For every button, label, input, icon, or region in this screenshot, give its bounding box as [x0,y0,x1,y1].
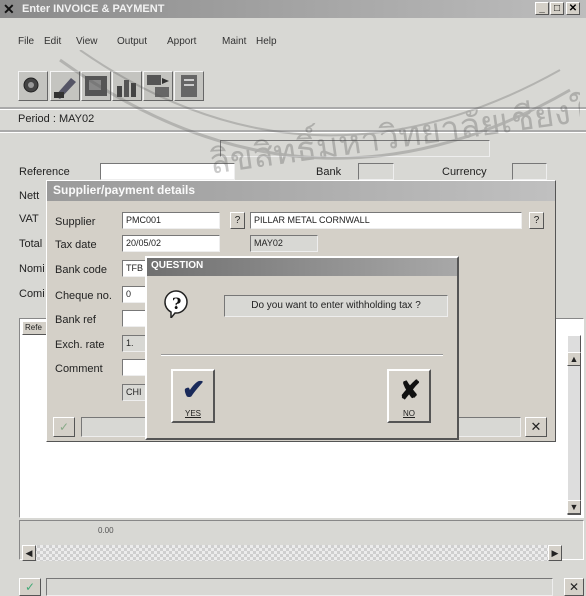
x-icon: ✘ [399,375,421,405]
menu-file[interactable]: File [18,36,34,47]
menu-view[interactable]: View [76,36,98,47]
chart-tool-button[interactable] [112,71,142,101]
supplier-cancel-button[interactable]: ✕ [525,417,547,437]
question-dialog: QUESTION ? Do you want to enter withhold… [145,256,459,440]
menu-apport[interactable]: Apport [167,36,196,47]
document-tool-button[interactable] [174,71,204,101]
tax-date-field[interactable]: 20/05/02 [122,235,220,252]
exch-rate-label: Exch. rate [55,339,105,351]
scroll-up-arrow-icon[interactable]: ▲ [567,352,581,366]
nett-label: Nett [19,190,40,202]
bank-label: Bank [316,166,342,178]
separator [0,130,586,133]
search-tool-button[interactable] [18,71,48,101]
supplier-code-field[interactable]: PMC001 [122,212,220,229]
checkmark-icon: ✔ [182,374,206,405]
title-bar: ✕ Enter INVOICE & PAYMENT _ □ ✕ [0,0,586,18]
tax-date-label: Tax date [55,239,97,251]
no-button[interactable]: ✘ NO [387,369,431,423]
comment-label: Comment [55,363,103,375]
edit-icon [54,78,76,99]
reference-label: Reference [19,166,70,178]
menu-maint[interactable]: Maint [222,36,246,47]
confirm-button[interactable]: ✓ [19,578,41,596]
nomi-label: Nomi [19,263,45,275]
currency-label: Currency [442,166,487,178]
menu-edit[interactable]: Edit [44,36,61,47]
scroll-right-arrow-icon[interactable]: ▶ [548,545,562,561]
bank-field[interactable] [358,163,394,180]
window-title: Enter INVOICE & PAYMENT [22,3,165,15]
image-tool-button[interactable] [81,71,111,101]
amount-value: 0.00 [98,526,114,535]
supplier-name-lookup-button[interactable]: ? [529,212,544,229]
total-label: Total [19,238,43,250]
question-icon: ? [161,288,189,321]
supplier-ok-button[interactable]: ✓ [53,417,75,437]
supplier-dialog-title: Supplier/payment details [47,181,555,201]
period-label: Period : MAY02 [18,113,95,125]
separator [0,107,586,110]
currency-field[interactable] [512,163,547,180]
app-icon: ✕ [3,1,15,17]
image-icon [85,76,107,96]
supplier-label: Supplier [55,216,96,228]
menu-output[interactable]: Output [117,36,147,47]
svg-text:?: ? [172,294,181,313]
yes-label: YES [184,409,201,418]
minimize-button[interactable]: _ [535,2,549,15]
supplier-lookup-button[interactable]: ? [230,212,245,229]
maximize-button[interactable]: □ [550,2,564,15]
scroll-down-arrow-icon[interactable]: ▼ [567,500,581,514]
bank-ref-label: Bank ref [55,314,96,326]
chart-icon [117,80,136,97]
dialog-divider [161,354,443,356]
tax-period-field: MAY02 [250,235,318,252]
search-icon [23,77,39,93]
vertical-scrollbar[interactable]: ▲ ▼ [567,335,581,515]
supplier-name-field[interactable]: PILLAR METAL CORNWALL [250,212,522,229]
reference-field[interactable] [100,163,235,180]
no-label: NO [403,409,415,418]
document-icon [181,75,197,97]
yes-button[interactable]: ✔ YES [171,369,215,423]
question-dialog-title: QUESTION [147,258,457,276]
comi-label: Comi [19,288,45,300]
cheque-label: Cheque no. [55,290,112,302]
status-field [46,578,553,596]
bank-code-label: Bank code [55,264,107,276]
description-field[interactable] [220,140,490,157]
scroll-left-arrow-icon[interactable]: ◀ [22,545,36,561]
close-button[interactable]: ✕ [566,2,580,15]
transfer-tool-button[interactable] [143,71,173,101]
menu-help[interactable]: Help [256,36,277,47]
question-message: Do you want to enter withholding tax ? [224,295,448,317]
cancel-button[interactable]: ✕ [564,578,584,596]
transfer-icon [147,75,169,97]
horizontal-scrollbar[interactable] [22,545,562,561]
edit-tool-button[interactable] [50,71,80,101]
vat-label: VAT [19,213,39,225]
menu-bar: File Edit View Output Apport Maint Help [0,36,586,54]
